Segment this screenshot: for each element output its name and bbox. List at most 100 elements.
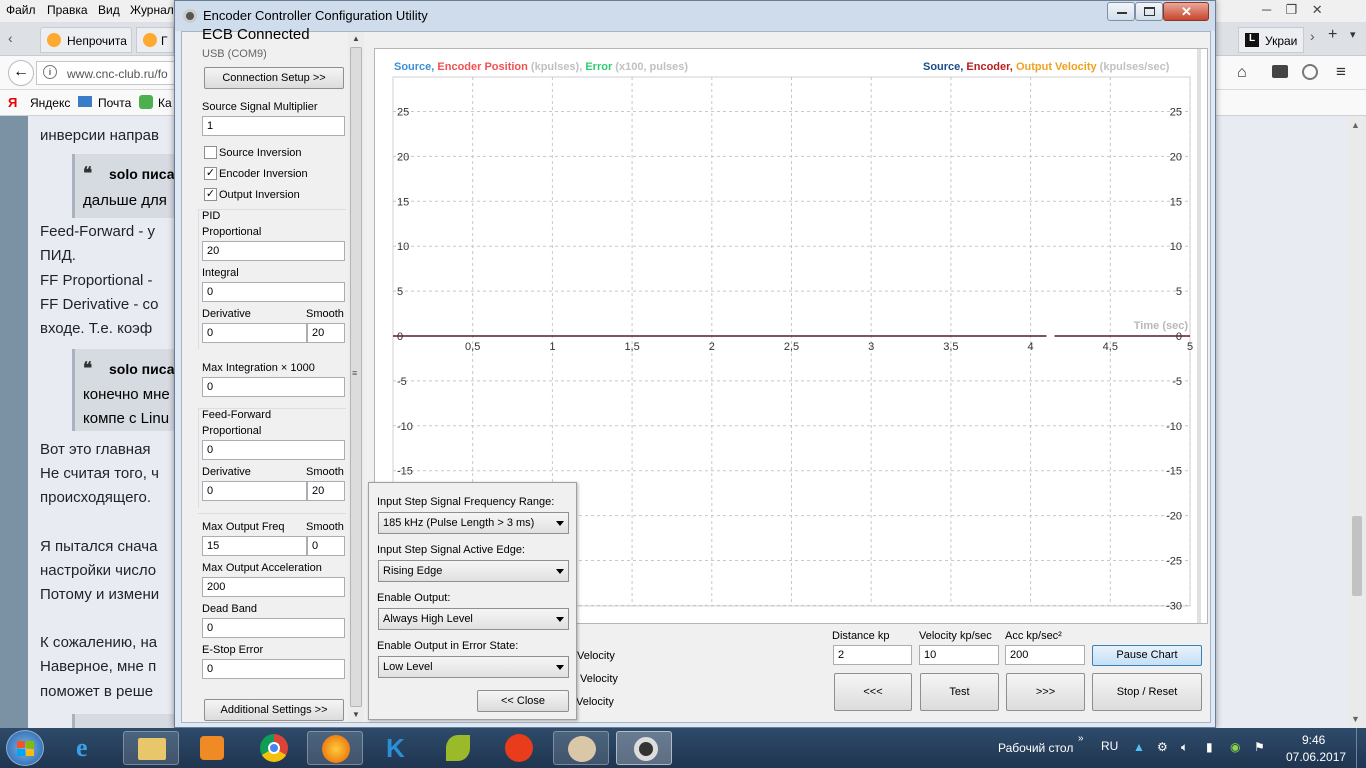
quote-text: конечно мне [83, 386, 170, 403]
clock-time[interactable]: 9:46 [1302, 733, 1325, 747]
freq-smooth-input[interactable]: 0 [307, 536, 345, 556]
y-tick-label-right: 0 [1176, 331, 1182, 343]
pause-chart-button[interactable]: Pause Chart [1092, 645, 1202, 666]
show-hidden-icon[interactable]: » [1078, 733, 1084, 744]
windows-logo-icon [26, 749, 34, 756]
bookmark-ka[interactable]: Ка [158, 96, 172, 110]
start-button[interactable] [6, 730, 44, 766]
y-tick-label-left: 0 [397, 331, 403, 343]
distance-input[interactable]: 2 [833, 645, 912, 665]
maximize-button[interactable] [1135, 2, 1163, 21]
info-icon[interactable]: i [43, 65, 57, 79]
derivative-smooth-input[interactable]: 20 [307, 323, 345, 343]
settings-scrollbar[interactable]: ▲ ≡ ▼ [348, 32, 364, 722]
bookmark-yandex[interactable]: Яндекс [30, 96, 70, 110]
tray-usb-icon[interactable]: ⚙ [1157, 740, 1168, 754]
show-desktop-button[interactable] [1356, 728, 1366, 768]
scroll-up-icon[interactable]: ▲ [1351, 120, 1360, 130]
bookmark-mail[interactable]: Почта [98, 96, 131, 110]
folder-icon [138, 738, 166, 760]
new-tab-icon[interactable]: + [1328, 26, 1337, 44]
post-line: Вот это главная [40, 441, 151, 458]
url-text: www.cnc-club.ru/fo [67, 67, 168, 81]
derivative-input[interactable]: 0 [202, 323, 307, 343]
action-center-flag-icon[interactable]: ⚑ [1254, 740, 1265, 754]
red-circle-icon [505, 734, 533, 762]
enable-error-value: Low Level [383, 661, 433, 673]
explorer-taskbar-icon[interactable] [123, 731, 179, 765]
browser-caption-buttons[interactable]: ─ ❐ ✕ [1262, 2, 1362, 18]
dead-band-input[interactable]: 0 [202, 618, 345, 638]
velocity-input[interactable]: 10 [919, 645, 999, 665]
move-forward-button[interactable]: >>> [1006, 673, 1085, 711]
ff-proportional-input[interactable]: 0 [202, 440, 345, 460]
app-red-taskbar-icon[interactable] [491, 731, 547, 765]
ff-smooth-input[interactable]: 20 [307, 481, 345, 501]
estop-error-input[interactable]: 0 [202, 659, 345, 679]
menu-history[interactable]: Журнал [130, 3, 174, 17]
active-edge-select[interactable]: Rising Edge [378, 560, 569, 582]
tab-unread[interactable]: Непрочита [40, 27, 132, 53]
tab-second[interactable]: Г [136, 27, 174, 53]
minimize-button[interactable] [1107, 2, 1135, 21]
close-window-button[interactable]: ✕ [1163, 2, 1209, 21]
connection-setup-button[interactable]: Connection Setup >> [204, 67, 344, 89]
tab-ukraine[interactable]: L Украи [1238, 27, 1304, 53]
app-k-taskbar-icon[interactable]: K [368, 731, 424, 765]
enable-output-select[interactable]: Always High Level [378, 608, 569, 630]
window-titlebar[interactable]: Encoder Controller Configuration Utility… [175, 1, 1215, 31]
move-back-button[interactable]: <<< [834, 673, 912, 711]
pocket-icon[interactable] [1272, 65, 1288, 78]
additional-settings-button[interactable]: Additional Settings >> [204, 699, 344, 721]
encoder-inversion-checkbox[interactable]: ✓ [204, 167, 217, 180]
tab-list-icon[interactable]: ▾ [1350, 28, 1356, 41]
integral-input[interactable]: 0 [202, 282, 345, 302]
firefox-taskbar-icon[interactable] [307, 731, 363, 765]
source-inversion-checkbox[interactable] [204, 146, 217, 159]
scroll-down-icon[interactable]: ▼ [1351, 714, 1360, 724]
acc-input[interactable]: 200 [1005, 645, 1085, 665]
enable-error-select[interactable]: Low Level [378, 656, 569, 678]
ff-derivative-input[interactable]: 0 [202, 481, 307, 501]
freq-range-select[interactable]: 185 kHz (Pulse Length > 3 ms) [378, 512, 569, 534]
post-line: происходящего. [40, 489, 152, 506]
back-icon[interactable]: ← [8, 60, 34, 86]
sync-icon[interactable] [1302, 64, 1318, 80]
paint-taskbar-icon[interactable] [553, 731, 609, 765]
close-popup-button[interactable]: << Close [477, 690, 569, 712]
y-tick-label-left: 10 [397, 241, 409, 253]
home-icon[interactable]: ⌂ [1237, 64, 1247, 82]
hamburger-menu-icon[interactable]: ≡ [1336, 62, 1346, 82]
language-indicator[interactable]: RU [1101, 739, 1118, 753]
source-multiplier-input[interactable]: 1 [202, 116, 345, 136]
desktop-label[interactable]: Рабочий стол [998, 741, 1073, 755]
tab-scroll-right-icon[interactable]: › [1310, 28, 1315, 44]
scroll-thumb[interactable] [1352, 516, 1362, 596]
scroll-thumb[interactable]: ≡ [350, 47, 362, 707]
network-icon[interactable]: ▮ [1206, 740, 1213, 754]
ie-taskbar-icon[interactable]: e [62, 731, 118, 765]
menu-view[interactable]: Вид [98, 3, 120, 17]
max-output-acc-input[interactable]: 200 [202, 577, 345, 597]
tab-scroll-left-icon[interactable]: ‹ [8, 30, 13, 46]
app-leaf-taskbar-icon[interactable] [430, 731, 486, 765]
proportional-input[interactable]: 20 [202, 241, 345, 261]
encoder-util-taskbar-icon[interactable] [616, 731, 672, 765]
volume-icon[interactable]: 🔈︎ [1181, 740, 1188, 755]
tray-green-icon[interactable]: ◉ [1230, 740, 1240, 754]
test-button[interactable]: Test [920, 673, 999, 711]
stop-reset-button[interactable]: Stop / Reset [1092, 673, 1202, 711]
max-integration-input[interactable]: 0 [202, 377, 345, 397]
menu-edit[interactable]: Правка [47, 3, 88, 17]
max-output-freq-input[interactable]: 15 [202, 536, 307, 556]
tray-a-icon[interactable]: ▲ [1133, 740, 1145, 754]
chrome-taskbar-icon[interactable] [246, 731, 302, 765]
scroll-up-icon[interactable]: ▲ [352, 34, 360, 43]
media-taskbar-icon[interactable] [184, 731, 240, 765]
page-scrollbar[interactable]: ▲ ▼ [1348, 116, 1366, 728]
menu-file[interactable]: Файл [6, 3, 36, 17]
output-inversion-checkbox[interactable]: ✓ [204, 188, 217, 201]
url-bar[interactable]: i www.cnc-club.ru/fo [36, 61, 176, 85]
scroll-down-icon[interactable]: ▼ [352, 710, 360, 719]
clock-date[interactable]: 07.06.2017 [1286, 750, 1346, 764]
